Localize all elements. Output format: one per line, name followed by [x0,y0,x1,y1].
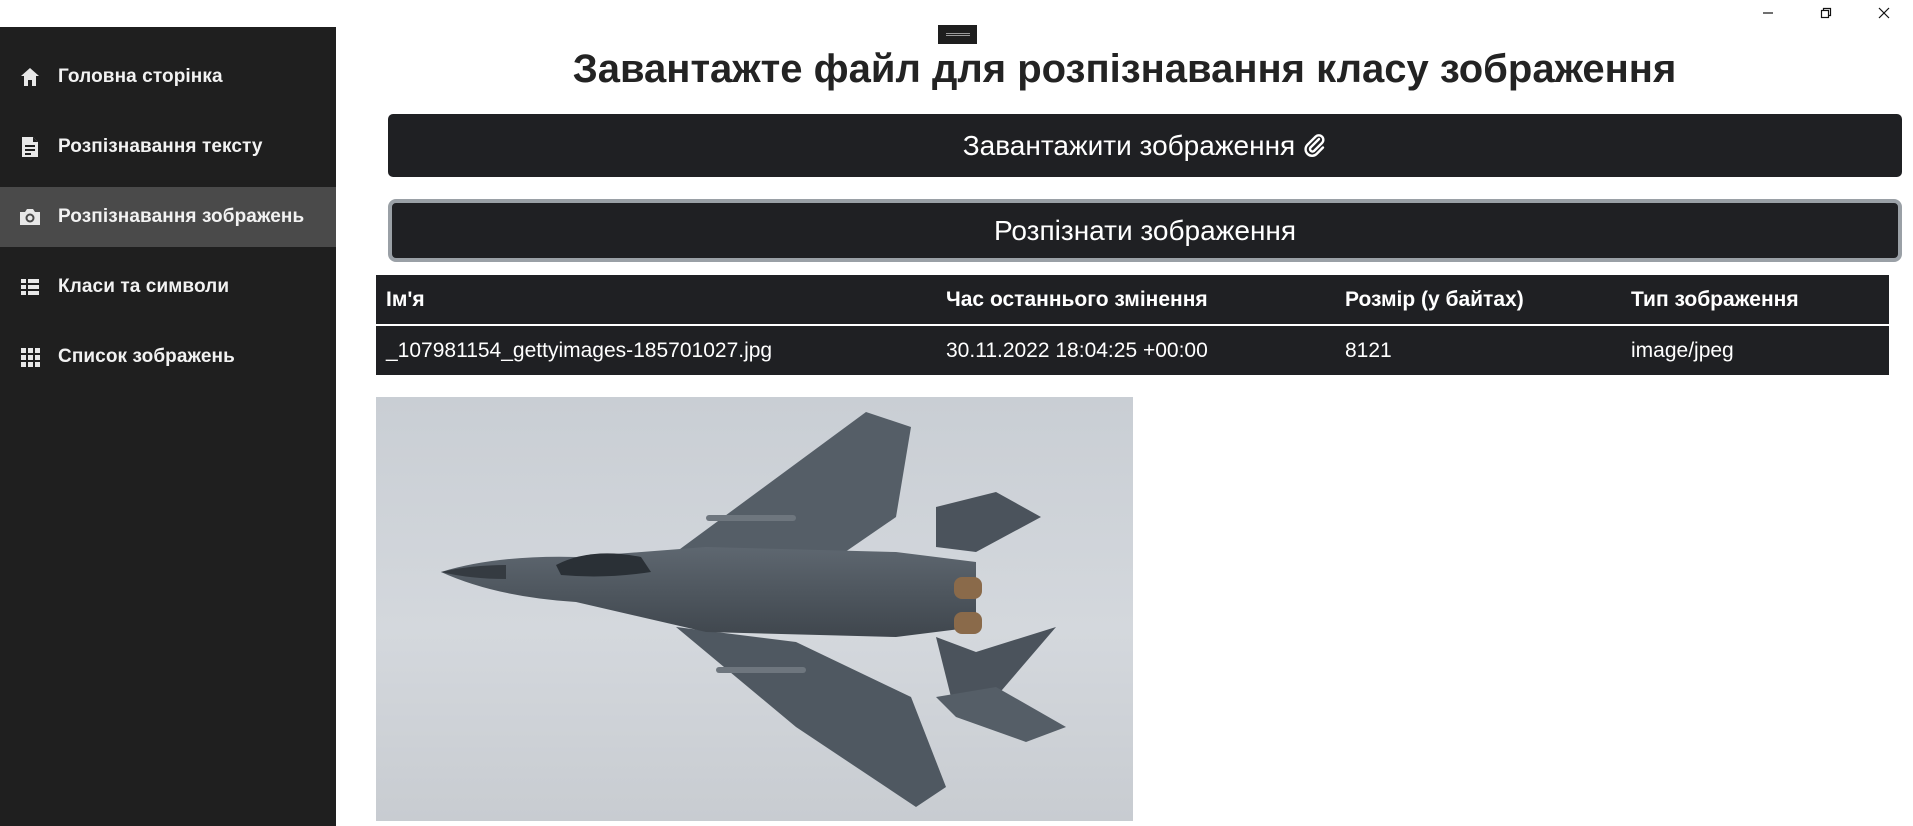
sidebar-item-label: Головна сторінка [58,66,223,87]
minimize-icon [1763,12,1773,14]
restore-icon [1820,7,1832,19]
page-title: Завантажте файл для розпізнавання класу … [572,47,1677,91]
sidebar-item-label: Розпізнавання зображень [58,206,305,227]
cell-type: image/jpeg [1631,338,1734,362]
app-window: Головна сторінка Розпізнавання тексту Ро… [0,0,1913,826]
recognize-image-button[interactable]: Розпізнати зображення [388,199,1902,262]
column-header-name: Ім'я [376,275,936,326]
grid-icon [18,345,42,369]
recognize-button-label: Розпізнати зображення [993,214,1297,246]
sidebar-item-text-recognition[interactable]: Розпізнавання тексту [0,117,336,177]
upload-button-label: Завантажити зображення [962,129,1296,161]
sidebar-item-label: Розпізнавання тексту [58,136,263,157]
sidebar-item-classes[interactable]: Класи та символи [0,257,336,317]
list-icon [18,275,42,299]
window-controls [1739,0,1913,26]
sidebar-item-home[interactable]: Головна сторінка [0,47,336,107]
restore-button[interactable] [1797,0,1855,26]
close-button[interactable] [1855,0,1913,26]
home-icon [18,65,42,89]
camera-icon [18,205,42,229]
file-info-table: Ім'я Час останнього змінення Розмір (у б… [376,275,1889,375]
column-header-size: Розмір (у байтах) [1335,275,1621,326]
image-preview [376,397,1133,821]
paperclip-icon [1303,133,1327,159]
sidebar: Головна сторінка Розпізнавання тексту Ро… [0,27,336,826]
cell-file-name: _107981154_gettyimages-185701027.jpg [386,338,773,362]
cell-modified: 30.11.2022 18:04:25 +00:00 [946,338,1208,362]
sidebar-item-label: Класи та символи [58,276,230,297]
table-row: _107981154_gettyimages-185701027.jpg 30.… [376,325,1889,375]
column-header-type: Тип зображення [1621,275,1889,326]
document-icon [18,135,42,159]
fighter-jet-image [441,412,1066,807]
sidebar-item-image-recognition[interactable]: Розпізнавання зображень [0,187,336,247]
table-header-row: Ім'я Час останнього змінення Розмір (у б… [376,275,1889,326]
minimize-button[interactable] [1739,0,1797,26]
cell-size: 8121 [1345,338,1392,362]
upload-image-button[interactable]: Завантажити зображення [388,114,1902,177]
sidebar-item-label: Список зображень [58,346,235,367]
column-header-modified: Час останнього змінення [936,275,1335,326]
main-content: Завантажте файл для розпізнавання класу … [336,27,1913,826]
sidebar-item-image-list[interactable]: Список зображень [0,327,336,387]
close-icon [1878,7,1890,19]
